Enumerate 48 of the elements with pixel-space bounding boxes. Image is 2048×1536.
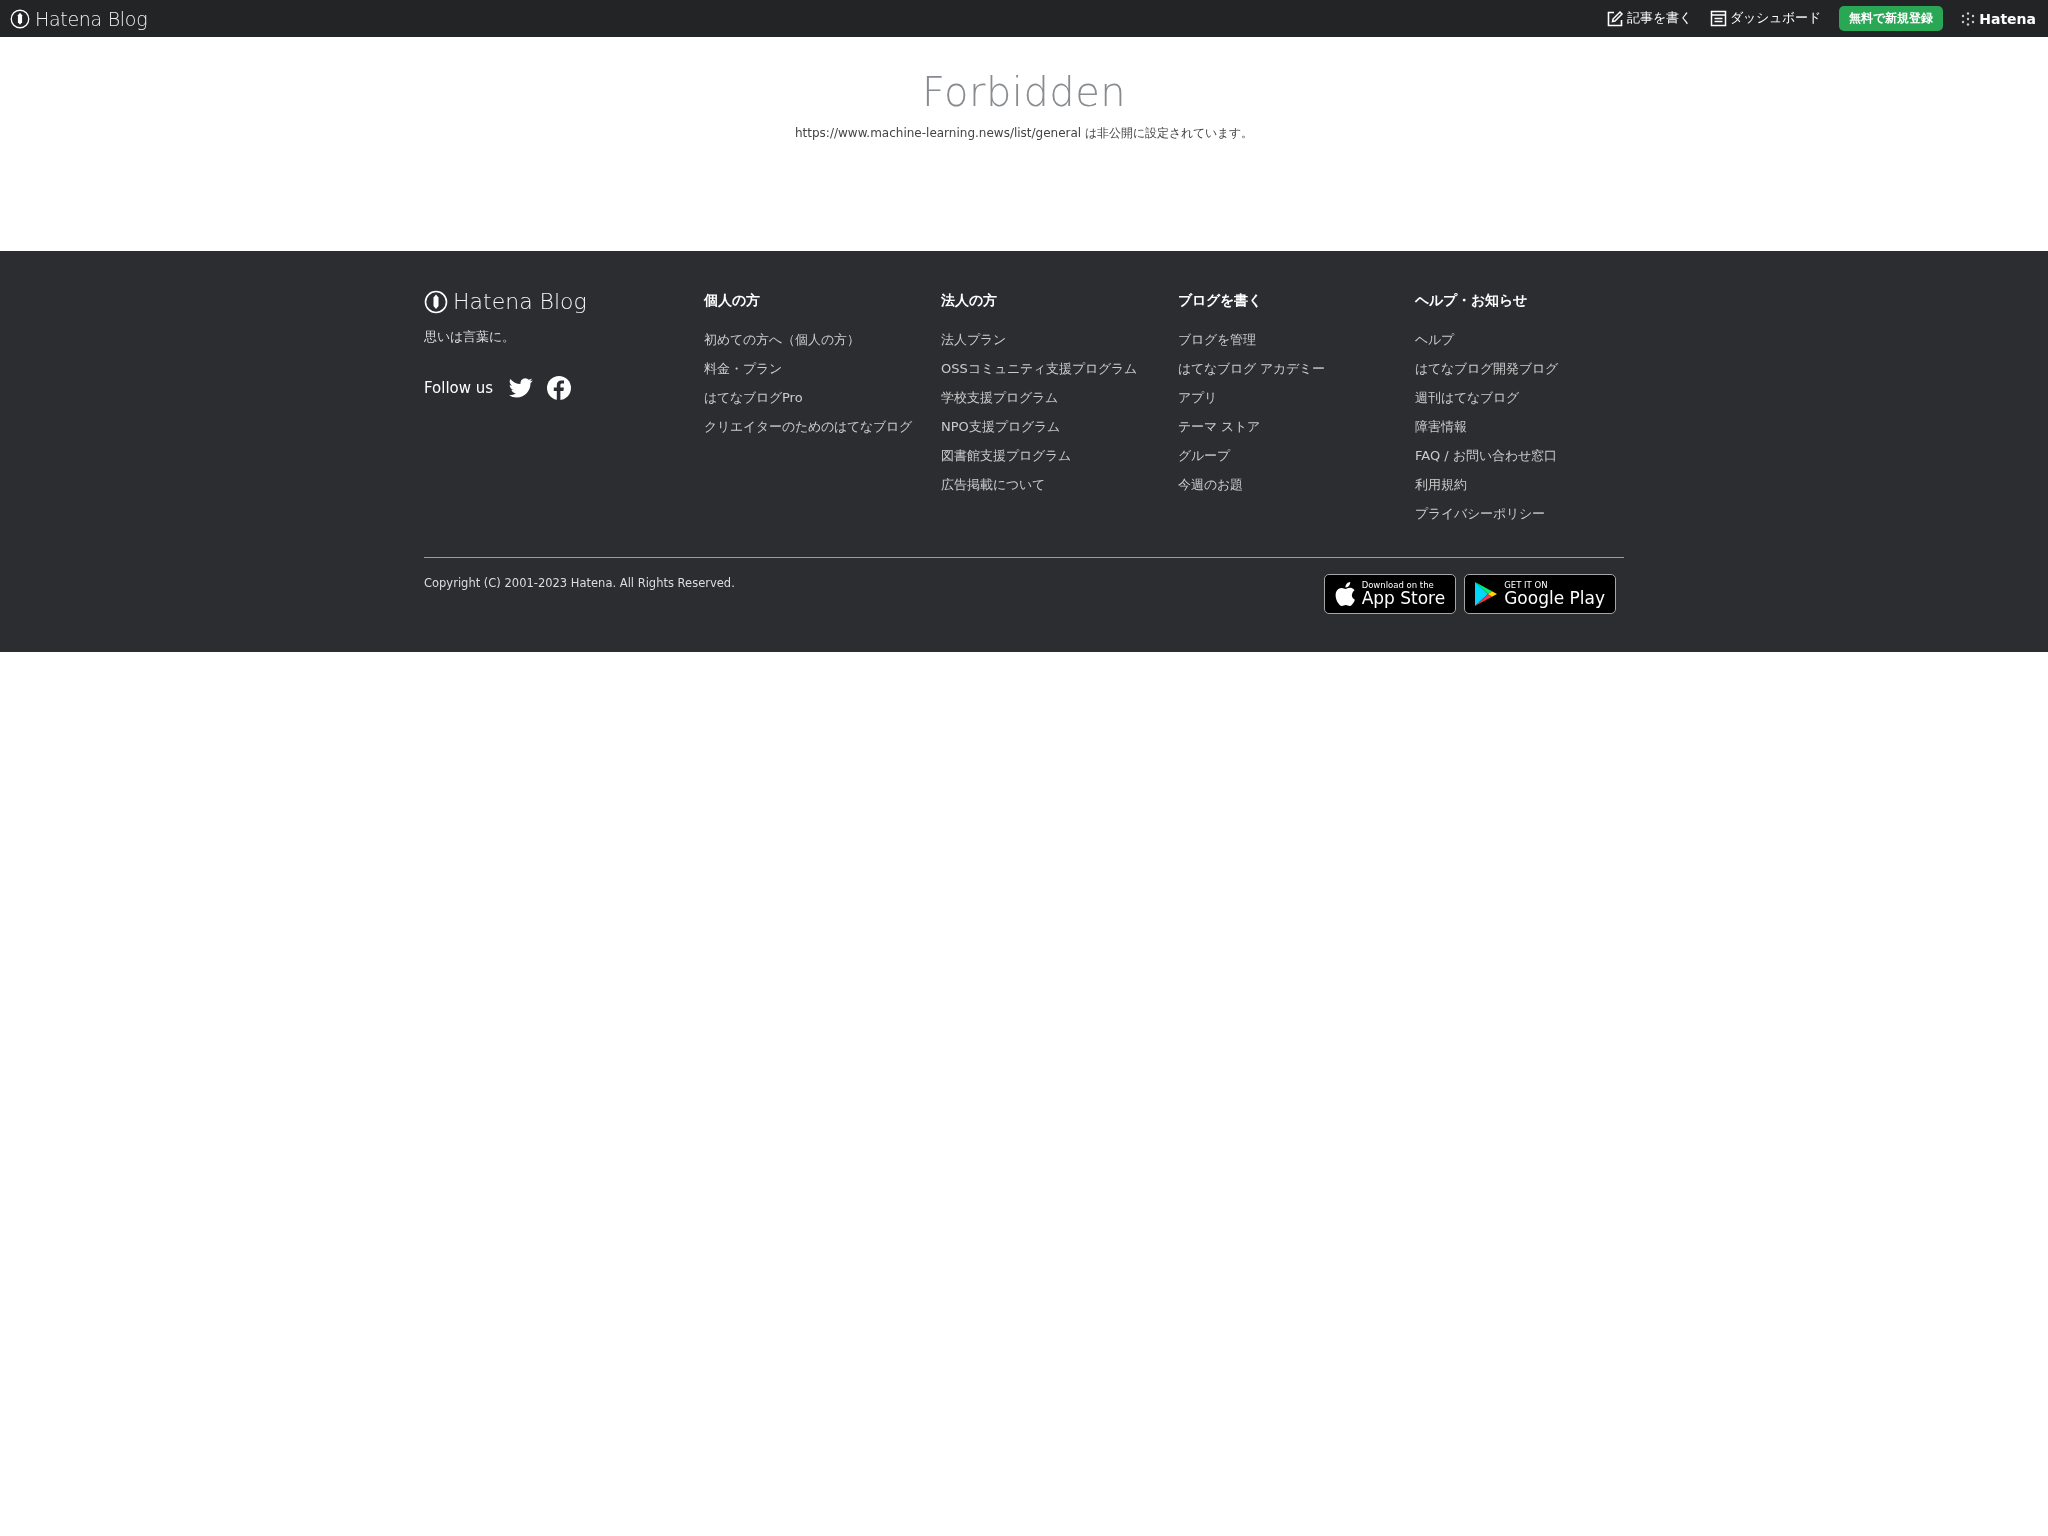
- footer-link[interactable]: 初めての方へ（個人の方）: [704, 330, 941, 349]
- document-icon: [1710, 10, 1728, 27]
- dashboard-link[interactable]: ダッシュボード: [1710, 10, 1822, 27]
- twitter-icon[interactable]: [509, 378, 534, 398]
- footer-link[interactable]: はてなブログ開発ブログ: [1415, 359, 1652, 378]
- footer-logo[interactable]: Hatena Blog: [453, 289, 587, 314]
- google-play-badge[interactable]: GET IT ON Google Play: [1464, 574, 1616, 614]
- footer-link[interactable]: テーマ ストア: [1178, 417, 1415, 436]
- footer-link[interactable]: ブログを管理: [1178, 330, 1415, 349]
- footer-link[interactable]: NPO支援プログラム: [941, 417, 1178, 436]
- edit-icon: [1606, 9, 1625, 28]
- footer-link[interactable]: グループ: [1178, 446, 1415, 465]
- column-heading: ブログを書く: [1178, 291, 1263, 310]
- apple-icon: [1333, 581, 1356, 607]
- pen-nib-icon: [10, 8, 30, 29]
- write-link[interactable]: 記事を書く: [1606, 9, 1693, 28]
- footer-link[interactable]: FAQ / お問い合わせ窓口: [1415, 446, 1652, 465]
- column-heading: ヘルプ・お知らせ: [1415, 291, 1528, 310]
- footer-link[interactable]: OSSコミュニティ支援プログラム: [941, 359, 1178, 378]
- pen-nib-icon: [424, 289, 448, 314]
- play-icon: [1474, 581, 1499, 607]
- hatena-link[interactable]: Hatena: [1979, 10, 2036, 27]
- footer-link[interactable]: プライバシーポリシー: [1415, 504, 1652, 523]
- app-store-badge[interactable]: Download on the App Store: [1323, 574, 1457, 614]
- status-message: https://www.machine-learning.news/list/general は非公開に設定されています。: [795, 125, 1253, 142]
- footer-link[interactable]: 週刊はてなブログ: [1415, 388, 1652, 407]
- column-heading: 法人の方: [941, 291, 998, 310]
- site-logo[interactable]: Hatena Blog: [35, 7, 148, 30]
- column-heading: 個人の方: [704, 291, 761, 310]
- footer-link[interactable]: ヘルプ: [1415, 330, 1652, 349]
- footer-link[interactable]: はてなブログPro: [704, 388, 941, 407]
- follow-label: Follow us: [424, 379, 494, 397]
- footer-link[interactable]: 法人プラン: [941, 330, 1178, 349]
- page-title: Forbidden: [921, 69, 1127, 115]
- footer-link[interactable]: 利用規約: [1415, 475, 1652, 494]
- footer-link[interactable]: 図書館支援プログラム: [941, 446, 1178, 465]
- facebook-icon[interactable]: [547, 376, 572, 400]
- footer-link[interactable]: 学校支援プログラム: [941, 388, 1178, 407]
- dots-icon: [1961, 11, 1976, 26]
- footer-link[interactable]: アプリ: [1178, 388, 1415, 407]
- copyright: Copyright (C) 2001-2023 Hatena. All Rights Reserved.: [424, 575, 735, 592]
- footer-link[interactable]: 広告掲載について: [941, 475, 1178, 494]
- footer-link[interactable]: 今週のお題: [1178, 475, 1415, 494]
- footer-link[interactable]: はてなブログ アカデミー: [1178, 359, 1415, 378]
- footer-link[interactable]: クリエイターのためのはてなブログ: [704, 417, 941, 436]
- tagline: 思いは言葉に。: [424, 328, 516, 346]
- footer-link[interactable]: 障害情報: [1415, 417, 1652, 436]
- footer-link[interactable]: 料金・プラン: [704, 359, 941, 378]
